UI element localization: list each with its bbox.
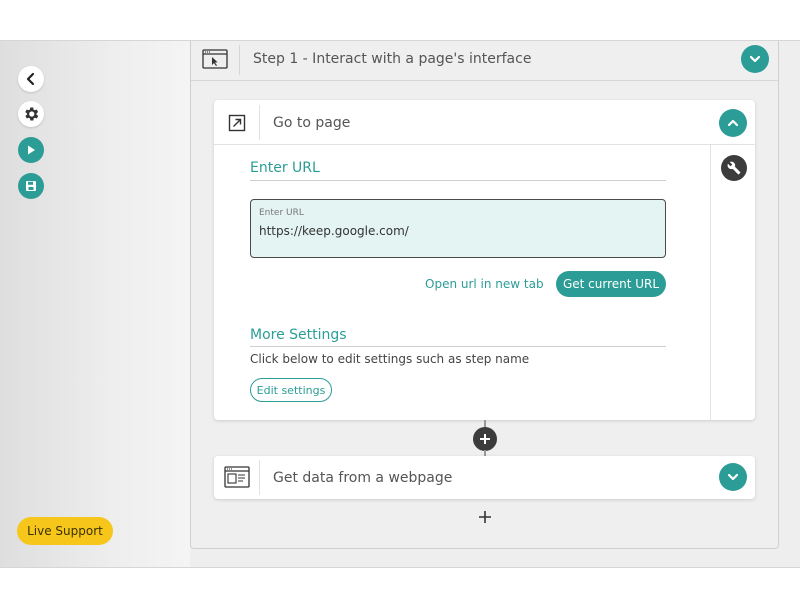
play-icon bbox=[28, 145, 35, 155]
get-data-card[interactable]: Get data from a webpage bbox=[214, 456, 755, 499]
add-step-plus-icon[interactable] bbox=[477, 509, 493, 525]
workflow-panel: Step 1 - Interact with a page's interfac… bbox=[190, 41, 779, 549]
get-data-expand-button[interactable] bbox=[719, 463, 747, 491]
step-title: Step 1 - Interact with a page's interfac… bbox=[253, 51, 532, 67]
chevron-up-icon bbox=[727, 119, 739, 127]
run-button[interactable] bbox=[18, 137, 44, 163]
add-step-button[interactable] bbox=[473, 427, 497, 451]
save-button[interactable] bbox=[18, 173, 44, 199]
settings-button[interactable] bbox=[18, 101, 44, 127]
open-url-new-tab-link[interactable]: Open url in new tab bbox=[425, 277, 544, 291]
divider bbox=[259, 460, 260, 495]
plus-icon bbox=[480, 434, 490, 444]
go-to-page-collapse-button[interactable] bbox=[719, 109, 747, 137]
wrench-icon bbox=[727, 161, 741, 175]
divider bbox=[239, 45, 240, 75]
divider bbox=[259, 105, 260, 140]
url-input-label: Enter URL bbox=[259, 208, 304, 218]
back-icon bbox=[26, 72, 35, 86]
divider bbox=[250, 180, 666, 181]
edit-settings-button[interactable]: Edit settings bbox=[250, 378, 332, 402]
url-input-value[interactable]: https://keep.google.com/ bbox=[259, 224, 409, 238]
divider bbox=[250, 346, 666, 347]
go-to-page-header[interactable]: Go to page bbox=[214, 100, 755, 145]
step-tools-button[interactable] bbox=[721, 155, 747, 181]
get-current-url-button[interactable]: Get current URL bbox=[556, 271, 666, 297]
go-to-page-title: Go to page bbox=[273, 115, 351, 131]
back-button[interactable] bbox=[18, 66, 44, 92]
sidebar: Live Support bbox=[0, 41, 190, 567]
scrape-data-icon bbox=[224, 466, 250, 488]
open-external-icon bbox=[228, 114, 246, 132]
url-input[interactable]: Enter URL https://keep.google.com/ bbox=[250, 199, 666, 258]
live-support-button[interactable]: Live Support bbox=[17, 517, 113, 545]
step-header[interactable]: Step 1 - Interact with a page's interfac… bbox=[191, 41, 778, 81]
enter-url-heading: Enter URL bbox=[250, 160, 320, 176]
step-collapse-button[interactable] bbox=[741, 45, 769, 73]
get-data-title: Get data from a webpage bbox=[273, 470, 453, 486]
more-settings-heading: More Settings bbox=[250, 327, 347, 343]
go-to-page-card: Go to page Enter URL Enter URL https://k… bbox=[214, 100, 755, 420]
more-settings-helper: Click below to edit settings such as ste… bbox=[250, 352, 530, 366]
save-icon bbox=[26, 181, 36, 191]
app-frame: Live Support Step 1 - Interact with a pa… bbox=[0, 40, 800, 568]
tool-column bbox=[710, 145, 755, 420]
chevron-down-icon bbox=[749, 55, 761, 63]
gear-icon bbox=[25, 107, 39, 121]
browser-cursor-icon bbox=[202, 49, 228, 69]
chevron-down-icon bbox=[727, 473, 739, 481]
